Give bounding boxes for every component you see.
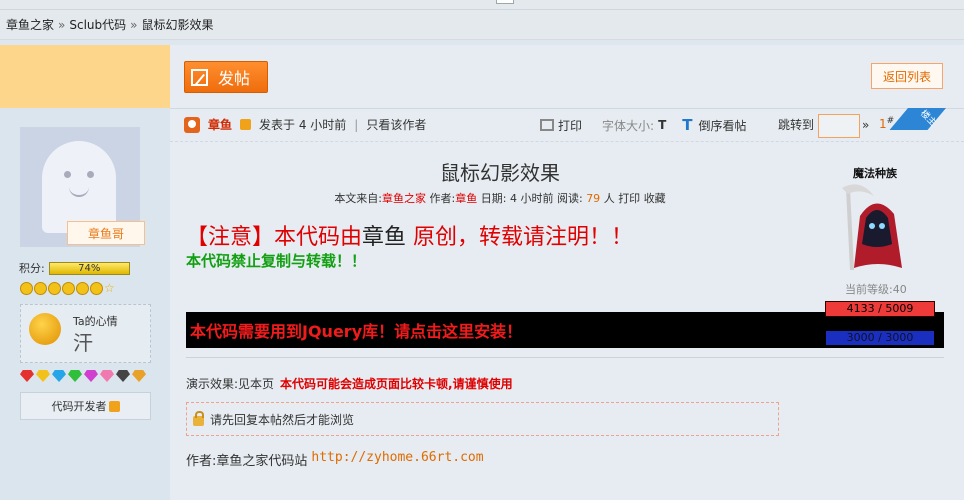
reads-value: 79 bbox=[586, 192, 601, 205]
notice-author: 章鱼 bbox=[362, 225, 407, 250]
smile-medal-icon bbox=[20, 282, 33, 295]
edit-icon bbox=[191, 68, 208, 86]
crown-icon bbox=[108, 400, 120, 412]
pink-gem-icon bbox=[100, 370, 114, 382]
mood-text: 汗 bbox=[73, 331, 93, 355]
rank-medals: ☆ bbox=[20, 282, 117, 295]
rpg-level: 当前等级:40 bbox=[845, 283, 907, 296]
score-label: 积分: bbox=[19, 262, 45, 275]
author-site-link[interactable]: http://zyhome.66rt.com bbox=[311, 450, 483, 469]
demo-warning: 本代码可能会造成页面比较卡顿,请谨慎使用 bbox=[280, 377, 513, 391]
crown-icon bbox=[240, 119, 252, 130]
smile-medal-icon bbox=[90, 282, 103, 295]
yellow-gem-icon bbox=[36, 370, 50, 382]
red-gem-icon bbox=[20, 370, 34, 382]
breadcrumb-forum[interactable]: Sclub代码 bbox=[69, 16, 126, 33]
locked-content-box: 请先回复本帖然后才能浏览 bbox=[186, 402, 779, 436]
smile-medal-icon bbox=[76, 282, 89, 295]
ghost-avatar-icon bbox=[42, 141, 116, 233]
meta-print-link[interactable]: 打印 bbox=[618, 192, 640, 205]
back-to-list-label: 返回列表 bbox=[882, 69, 931, 84]
meta-author-link[interactable]: 章鱼 bbox=[455, 192, 477, 205]
breadcrumb-separator: » bbox=[58, 17, 66, 32]
breadcrumb: 章鱼之家 » Sclub代码 » 鼠标幻影效果 bbox=[0, 10, 964, 40]
author-label: 作者: bbox=[429, 192, 456, 205]
no-copy-notice: 本代码禁止复制与转载！！ bbox=[186, 252, 367, 270]
copyright-notice: 【注意】本代码由章鱼 原创，转载请注明！！ bbox=[186, 219, 633, 251]
font-size-label: 字体大小: bbox=[602, 118, 655, 133]
font-small-button[interactable]: T bbox=[658, 118, 666, 132]
locked-text: 请先回复本帖然后才能浏览 bbox=[210, 412, 355, 427]
source-label: 本文来自: bbox=[334, 192, 383, 205]
jump-go-button[interactable]: » bbox=[862, 118, 869, 132]
hp-bar: 4133 / 5009 bbox=[825, 301, 935, 317]
content-divider bbox=[186, 357, 944, 358]
purple-gem-icon bbox=[84, 370, 98, 382]
black-gem-icon bbox=[116, 370, 130, 382]
breadcrumb-current[interactable]: 鼠标幻影效果 bbox=[141, 16, 213, 33]
demo-label: 演示效果:见本页 bbox=[186, 377, 275, 391]
author-name-badge[interactable]: 章鱼哥 bbox=[67, 221, 145, 245]
eye-icon bbox=[64, 171, 71, 178]
post-toolbar bbox=[170, 45, 964, 108]
post-author-info: 章鱼 发表于 4 小时前 | 只看该作者 bbox=[184, 116, 426, 133]
user-icon bbox=[184, 116, 200, 133]
post-title: 鼠标幻影效果 bbox=[440, 161, 560, 185]
developer-badge: 代码开发者 bbox=[20, 392, 151, 420]
breadcrumb-home[interactable]: 章鱼之家 bbox=[6, 16, 54, 33]
divider: | bbox=[354, 117, 359, 132]
notice-text: 【注意】本代码由 bbox=[186, 225, 363, 250]
new-post-button[interactable]: 发帖 bbox=[184, 61, 268, 93]
sidebar-top-block bbox=[0, 45, 170, 108]
reaper-character-icon bbox=[842, 184, 902, 270]
post-tools: 打印 字体大小: T T 倒序看帖 bbox=[540, 116, 747, 134]
reads-label: 阅读: bbox=[556, 192, 583, 205]
reverse-order-link[interactable]: 倒序看帖 bbox=[698, 117, 746, 134]
smile-medal-icon bbox=[34, 282, 47, 295]
reads-unit: 人 bbox=[603, 192, 615, 205]
author-line-label: 作者:章鱼之家代码站 bbox=[186, 454, 308, 469]
gift-icon bbox=[132, 370, 146, 382]
smile-medal-icon bbox=[62, 282, 75, 295]
scroll-knob[interactable] bbox=[496, 0, 514, 4]
date-value: 4 小时前 bbox=[509, 192, 554, 205]
new-post-label: 发帖 bbox=[218, 69, 251, 88]
star-icon: ☆ bbox=[104, 281, 115, 295]
print-link[interactable]: 打印 bbox=[558, 117, 582, 134]
author-only-link[interactable]: 只看该作者 bbox=[366, 116, 426, 133]
jump-label: 跳转到 bbox=[778, 118, 815, 132]
post-time: 发表于 4 小时前 bbox=[259, 118, 347, 132]
post-meta: 本文来自:章鱼之家 作者:章鱼 日期: 4 小时前 阅读: 79 人 打印 收藏 bbox=[170, 190, 830, 206]
post-author-link[interactable]: 章鱼 bbox=[208, 116, 232, 133]
font-large-button[interactable]: T bbox=[682, 116, 692, 134]
mp-bar: 3000 / 3000 bbox=[825, 330, 935, 346]
green-gem-icon bbox=[68, 370, 82, 382]
jump-floor-input[interactable] bbox=[818, 114, 860, 138]
notice-text: 原创，转载请注明！！ bbox=[406, 225, 634, 250]
printer-icon bbox=[540, 119, 554, 131]
score-progress-bar: 74% bbox=[48, 261, 130, 275]
rpg-role: 魔法种族 bbox=[853, 167, 897, 180]
developer-label: 代码开发者 bbox=[51, 400, 107, 413]
source-link[interactable]: 章鱼之家 bbox=[382, 192, 426, 205]
mouth-icon bbox=[69, 187, 89, 197]
gem-badges bbox=[20, 370, 146, 382]
score-row: 积分: 74% bbox=[19, 260, 130, 276]
date-label: 日期: bbox=[480, 192, 507, 205]
demo-line: 演示效果:见本页 本代码可能会造成页面比较卡顿,请谨慎使用 bbox=[186, 375, 513, 392]
smile-medal-icon bbox=[48, 282, 61, 295]
mood-box: Ta的心情 汗 bbox=[20, 304, 151, 363]
blue-gem-icon bbox=[52, 370, 66, 382]
back-to-list-button[interactable]: 返回列表 bbox=[871, 63, 943, 89]
eye-icon bbox=[87, 171, 94, 178]
sweat-face-icon bbox=[29, 313, 61, 345]
top-strip bbox=[0, 0, 964, 10]
lock-icon bbox=[193, 410, 204, 426]
favorite-link[interactable]: 收藏 bbox=[644, 192, 666, 205]
breadcrumb-separator: » bbox=[130, 17, 138, 32]
author-line: 作者:章鱼之家代码站 http://zyhome.66rt.com bbox=[186, 450, 484, 469]
